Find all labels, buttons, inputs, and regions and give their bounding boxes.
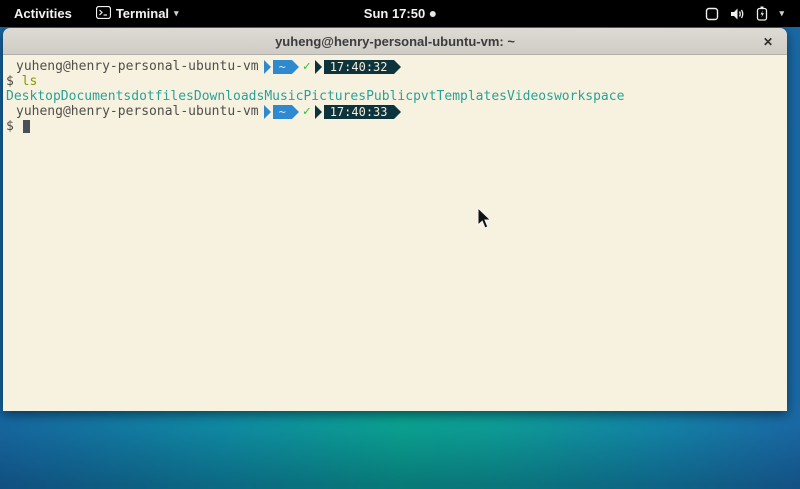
- recording-indicator-dot: [430, 11, 436, 17]
- input-line[interactable]: $: [6, 119, 787, 134]
- terminal-content[interactable]: yuheng@henry-personal-ubuntu-vm ~ ✓ 17:4…: [3, 55, 787, 411]
- clock-label: Sun 17:50: [364, 6, 425, 21]
- window-titlebar[interactable]: yuheng@henry-personal-ubuntu-vm: ~ ✕: [3, 28, 787, 55]
- terminal-icon: [96, 6, 111, 22]
- volume-icon: [730, 7, 745, 21]
- powerline-arrow-icon: [315, 105, 322, 119]
- status-check-icon: ✓: [299, 59, 315, 74]
- powerline-arrow-icon: [292, 105, 299, 119]
- close-icon[interactable]: ✕: [759, 33, 777, 51]
- directory-name: Pictures: [303, 89, 366, 104]
- typed-command: ls: [22, 74, 38, 89]
- directory-name: dotfiles: [131, 89, 194, 104]
- prompt-symbol: $: [6, 74, 14, 89]
- screen-icon: [705, 7, 719, 21]
- prompt-symbol: $: [6, 119, 14, 134]
- text-cursor: [23, 120, 30, 133]
- powerline-arrow-icon: [315, 60, 322, 74]
- system-tray-menu[interactable]: ▾: [705, 0, 800, 27]
- gnome-top-bar: Activities Terminal ▾ Sun 17:50: [0, 0, 800, 27]
- directory-name: Templates: [437, 89, 507, 104]
- powerline-arrow-icon: [292, 60, 299, 74]
- directory-name: Documents: [61, 89, 131, 104]
- mouse-cursor-icon: [477, 207, 494, 235]
- clock-menu[interactable]: Sun 17:50: [364, 0, 436, 27]
- screen: Activities Terminal ▾ Sun 17:50: [0, 0, 800, 489]
- powerline-arrow-icon: [394, 60, 401, 74]
- prompt-time-segment: 17:40:33: [324, 105, 394, 119]
- terminal-window: yuheng@henry-personal-ubuntu-vm: ~ ✕ yuh…: [3, 28, 787, 411]
- app-menu-terminal[interactable]: Terminal ▾: [96, 6, 179, 22]
- prompt-line: yuheng@henry-personal-ubuntu-vm ~ ✓ 17:4…: [6, 104, 787, 119]
- prompt-time-segment: 17:40:32: [324, 60, 394, 74]
- status-check-icon: ✓: [299, 104, 315, 119]
- powerline-arrow-icon: [394, 105, 401, 119]
- directory-name: pvt: [413, 89, 436, 104]
- chevron-down-icon: ▾: [174, 8, 179, 19]
- battery-charging-icon: [756, 6, 768, 21]
- directory-name: Downloads: [194, 89, 264, 104]
- directory-name: Public: [366, 89, 413, 104]
- command-line: $ ls: [6, 74, 787, 89]
- window-title: yuheng@henry-personal-ubuntu-vm: ~: [275, 34, 515, 49]
- prompt-path-segment: ~: [273, 60, 292, 74]
- directory-name: Desktop: [6, 89, 61, 104]
- top-bar-left: Activities Terminal ▾: [0, 6, 179, 22]
- prompt-user-host: yuheng@henry-personal-ubuntu-vm: [16, 104, 259, 119]
- chevron-down-icon: ▾: [779, 8, 784, 19]
- powerline-arrow-icon: [264, 105, 271, 119]
- directory-name: Music: [264, 89, 303, 104]
- activities-button[interactable]: Activities: [10, 6, 76, 21]
- prompt-line: yuheng@henry-personal-ubuntu-vm ~ ✓ 17:4…: [6, 59, 787, 74]
- ls-output-line: Desktop Documents dotfiles Downloads Mus…: [6, 89, 787, 104]
- prompt-user-host: yuheng@henry-personal-ubuntu-vm: [16, 59, 259, 74]
- prompt-path-segment: ~: [273, 105, 292, 119]
- powerline-arrow-icon: [264, 60, 271, 74]
- directory-name: Videos: [507, 89, 554, 104]
- directory-name: workspace: [554, 89, 624, 104]
- app-menu-label: Terminal: [116, 6, 169, 21]
